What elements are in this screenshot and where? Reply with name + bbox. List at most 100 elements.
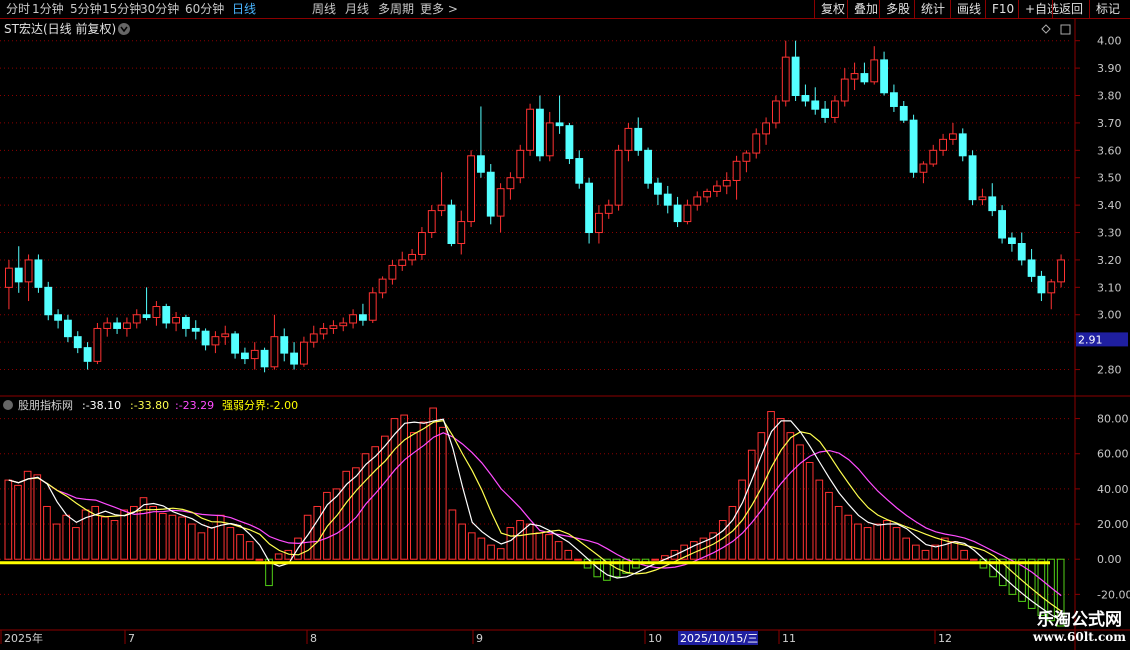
candle-body <box>467 155 475 223</box>
candle-body <box>742 152 751 162</box>
indicator-bar <box>960 549 968 560</box>
period-tab-0[interactable]: 分时 <box>6 1 30 17</box>
indicator-bar <box>834 505 843 560</box>
candle-body <box>988 196 997 212</box>
indicator-value-yellow: :-33.80 <box>130 399 169 412</box>
candle-body <box>644 149 653 184</box>
candle-body <box>968 155 977 201</box>
period-tab-6[interactable]: 日线 <box>232 1 256 17</box>
indicator-bar <box>62 514 71 560</box>
watermark: 乐淘公式网 www.60lt.com <box>1033 605 1126 644</box>
indicator-bar <box>535 532 544 560</box>
candle-body <box>958 133 967 157</box>
period-tab-7[interactable]: 周线 <box>312 1 336 17</box>
indicator-bar <box>371 446 380 560</box>
date-label: 11 <box>782 632 796 645</box>
indicator-bar <box>274 553 283 560</box>
candle-body <box>152 306 161 318</box>
candle-body <box>506 177 515 190</box>
candle-body <box>909 119 918 173</box>
candle-body <box>624 127 633 151</box>
toolbar-button-0[interactable]: 复权 <box>814 0 851 18</box>
indicator-bar <box>854 523 862 560</box>
candle-body <box>54 314 63 321</box>
candle-body <box>309 333 318 343</box>
period-tab-5[interactable]: 60分钟 <box>185 1 224 17</box>
threshold-label: 强弱分界:-2.00 <box>222 399 298 412</box>
period-tab-3[interactable]: 15分钟 <box>102 1 141 17</box>
toolbar-button-4[interactable]: 画线 <box>950 0 987 18</box>
candle-body <box>1017 242 1026 261</box>
toolbar-button-3[interactable]: 统计 <box>914 0 951 18</box>
indicator-bar <box>178 516 186 560</box>
indicator-bar <box>950 541 959 560</box>
candle-body <box>614 149 623 206</box>
indicator-value-white: :-38.10 <box>82 399 121 412</box>
period-tab-9[interactable]: 多周期 <box>378 1 414 17</box>
price-tick-label: 3.90 <box>1097 62 1122 75</box>
candle-body <box>103 322 112 329</box>
candle-body <box>831 100 839 118</box>
candle-body <box>634 127 643 151</box>
candle-body <box>811 100 820 110</box>
indicator-bar <box>1008 558 1017 595</box>
indicator-bar <box>844 514 853 560</box>
indicator-bar <box>477 537 486 560</box>
candle-body <box>5 267 13 288</box>
indicator-bar <box>554 541 563 560</box>
indicator-bar <box>120 509 129 560</box>
indicator-bar <box>43 505 51 560</box>
date-label: 10 <box>648 632 662 645</box>
candle-body <box>182 316 190 329</box>
candle-body <box>703 190 712 198</box>
indicator-bar <box>52 523 61 560</box>
current-price-label: 2.91 <box>1078 333 1103 346</box>
candle-body <box>378 278 387 294</box>
toolbar-button-5[interactable]: F10 <box>985 0 1020 18</box>
candle-body <box>722 179 731 187</box>
candle-body <box>781 56 790 102</box>
watermark-url: www.60lt.com <box>1033 630 1126 644</box>
indicator-bar <box>187 523 196 560</box>
candle-body <box>83 347 92 362</box>
price-tick-label: 3.70 <box>1097 117 1122 130</box>
mark-button[interactable]: 标记 <box>1089 0 1126 18</box>
indicator-chevron-icon <box>3 400 13 410</box>
candle-body <box>860 73 869 83</box>
candle-body <box>1037 275 1046 294</box>
indicator-bar <box>438 426 447 560</box>
period-tab-10[interactable]: 更多 > <box>420 1 458 17</box>
toolbar-button-7[interactable]: 返回 <box>1052 0 1089 18</box>
indicator-bar <box>110 520 119 560</box>
period-tab-4[interactable]: 30分钟 <box>140 1 179 17</box>
candle-body <box>496 188 505 217</box>
candle-body <box>516 149 525 179</box>
candle-body <box>457 221 466 244</box>
indicator-bar <box>23 470 32 560</box>
price-tick-label: 3.80 <box>1097 90 1122 103</box>
candle-body <box>132 314 141 324</box>
indicator-bar <box>757 432 766 560</box>
date-label: 7 <box>128 632 135 645</box>
indicator-bar <box>496 548 505 560</box>
candle-body <box>791 56 800 97</box>
candle-body <box>575 158 584 184</box>
period-tab-8[interactable]: 月线 <box>345 1 369 17</box>
candle-body <box>604 204 613 214</box>
toolbar-button-2[interactable]: 多股 <box>879 0 916 18</box>
candle-body <box>408 253 416 261</box>
candle-body <box>595 212 603 234</box>
candle-body <box>919 163 928 173</box>
candle-body <box>241 352 249 360</box>
candle-body <box>329 325 338 329</box>
candle-body <box>290 352 298 365</box>
price-tick-label: 3.20 <box>1097 254 1122 267</box>
indicator-bar <box>207 527 215 560</box>
candle-body <box>870 59 879 83</box>
candle-body <box>191 327 200 332</box>
period-tab-2[interactable]: 5分钟 <box>70 1 102 17</box>
date-label: 12 <box>938 632 952 645</box>
date-label: 2025年 <box>4 631 43 645</box>
period-tab-1[interactable]: 1分钟 <box>32 1 64 17</box>
candle-body <box>24 259 33 283</box>
